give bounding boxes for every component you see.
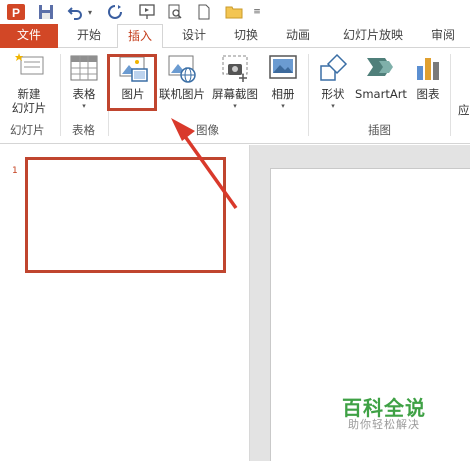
watermark-subtitle: 助你轻松解决 (348, 418, 420, 431)
